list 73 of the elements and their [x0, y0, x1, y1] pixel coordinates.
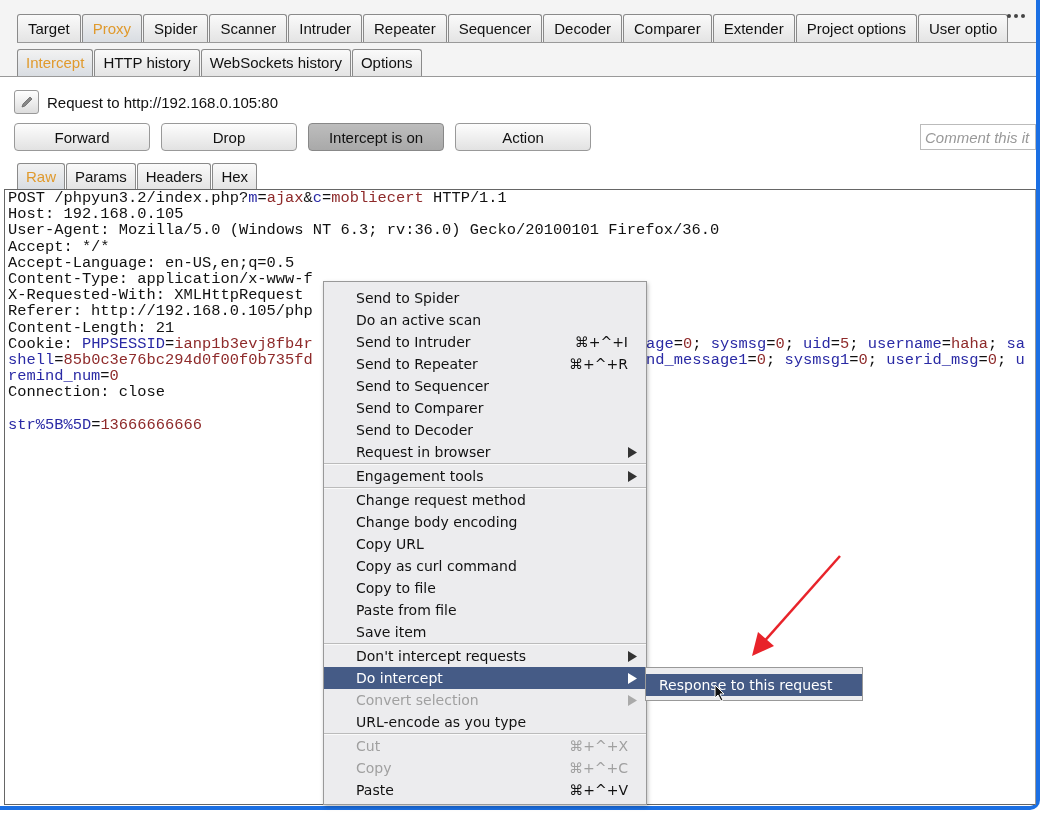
- code-line: nd_message1=0; sysmsg1=0; userid_msg=0; u: [646, 351, 1025, 369]
- menu-item[interactable]: Request in browser: [324, 441, 646, 463]
- menu-item[interactable]: Do an active scan: [324, 309, 646, 331]
- sub-tab[interactable]: HTTP history: [94, 49, 200, 76]
- code-line: Accept-Language: en-US,en;q=0.5: [8, 253, 295, 272]
- main-tab[interactable]: Spider: [143, 14, 209, 42]
- editor-tab[interactable]: Hex: [212, 163, 258, 189]
- menu-item[interactable]: Copy URL: [324, 533, 646, 555]
- code-line: remind_num=0: [8, 367, 119, 386]
- more-icon: [1005, 12, 1027, 20]
- code-line: X-Requested-With: XMLHttpRequest: [8, 286, 304, 305]
- editor-tab[interactable]: Params: [66, 163, 136, 189]
- submenu-arrow-icon: [628, 651, 637, 662]
- main-tab[interactable]: Target: [17, 14, 81, 42]
- action-button[interactable]: Intercept is on: [308, 123, 444, 151]
- menu-item[interactable]: Response to this request: [646, 674, 862, 696]
- main-tab[interactable]: Intruder: [288, 14, 362, 42]
- menu-item[interactable]: Send to Sequencer: [324, 375, 646, 397]
- menu-item[interactable]: Engagement tools: [324, 465, 646, 487]
- code-line: Content-Type: application/x-www-f: [8, 269, 313, 288]
- menu-item[interactable]: Save item: [324, 621, 646, 643]
- submenu-arrow-icon: [628, 447, 637, 458]
- sub-tab[interactable]: Options: [351, 49, 422, 76]
- code-line: Host: 192.168.0.105: [8, 205, 184, 224]
- shortcut-label: ⌘+^+R: [569, 355, 628, 374]
- main-tab[interactable]: Sequencer: [447, 14, 543, 42]
- request-target: Request to http://192.168.0.105:80: [47, 93, 278, 111]
- menu-item[interactable]: Send to Comparer: [324, 397, 646, 419]
- shortcut-label: ⌘+^+V: [569, 781, 628, 800]
- action-button[interactable]: Action: [455, 123, 591, 151]
- code-line: Connection: close: [8, 383, 165, 402]
- shortcut-label: ⌘+^+C: [569, 759, 628, 778]
- submenu-arrow-icon: [628, 471, 637, 482]
- menu-item[interactable]: Change request method: [324, 489, 646, 511]
- code-line: Cookie: PHPSESSID=ianp1b3evj8fb4r: [8, 334, 313, 353]
- main-tab[interactable]: Repeater: [363, 14, 447, 42]
- code-line: Content-Length: 21: [8, 318, 175, 337]
- main-tab[interactable]: Decoder: [543, 14, 622, 42]
- edit-button[interactable]: [14, 90, 39, 114]
- code-line: age=0; sysmsg=0; uid=5; username=haha; sa: [646, 335, 1025, 352]
- menu-item[interactable]: Send to Spider: [324, 287, 646, 309]
- comment-field[interactable]: Comment this it: [920, 124, 1036, 150]
- menu-item[interactable]: Send to Decoder: [324, 419, 646, 441]
- main-tab[interactable]: Scanner: [209, 14, 288, 42]
- main-tab[interactable]: Extender: [712, 14, 795, 42]
- menu-item[interactable]: Send to Repeater ⌘+^+R: [324, 353, 646, 375]
- shortcut-label: ⌘+^+X: [569, 737, 628, 756]
- main-tab[interactable]: User optio: [917, 14, 1009, 42]
- shortcut-label: ⌘+^+I: [574, 333, 628, 352]
- sub-tab[interactable]: WebSockets history: [200, 49, 351, 76]
- submenu-arrow-icon: [628, 673, 637, 684]
- menu-item[interactable]: Do intercept: [324, 667, 646, 689]
- menu-item[interactable]: Change body encoding: [324, 511, 646, 533]
- code-line: Referer: http://192.168.0.105/php: [8, 302, 313, 321]
- menu-item[interactable]: Send to Intruder ⌘+^+I: [324, 331, 646, 353]
- pencil-icon: [19, 95, 34, 109]
- main-tab[interactable]: Project options: [795, 14, 917, 42]
- code-line: shell=85b0c3e76bc294d0f00f0b735fd: [8, 350, 313, 369]
- code-line: Accept: */*: [8, 237, 110, 256]
- submenu-arrow-icon: [628, 695, 637, 706]
- menu-item[interactable]: Paste from file: [324, 599, 646, 621]
- main-tab[interactable]: Comparer: [622, 14, 712, 42]
- action-button[interactable]: Drop: [161, 123, 297, 151]
- code-line: POST /phpyun3.2/index.php?m=ajax&c=mobliecert HTTP/1.1: [8, 190, 507, 207]
- code-line: User-Agent: Mozilla/5.0 (Windows NT 6.3; rv:36.0) Gecko/20100101 Firefox/36.0: [8, 221, 720, 240]
- code-line: str%5B%5D=13666666666: [8, 415, 202, 434]
- menu-item[interactable]: Don't intercept requests: [324, 645, 646, 667]
- action-button[interactable]: Forward: [14, 123, 150, 151]
- menu-item[interactable]: Paste ⌘+^+V: [324, 779, 646, 801]
- menu-item[interactable]: Copy to file: [324, 577, 646, 599]
- editor-tab[interactable]: Headers: [136, 163, 212, 189]
- menu-item[interactable]: URL-encode as you type: [324, 711, 646, 733]
- menu-item[interactable]: Copy as curl command: [324, 555, 646, 577]
